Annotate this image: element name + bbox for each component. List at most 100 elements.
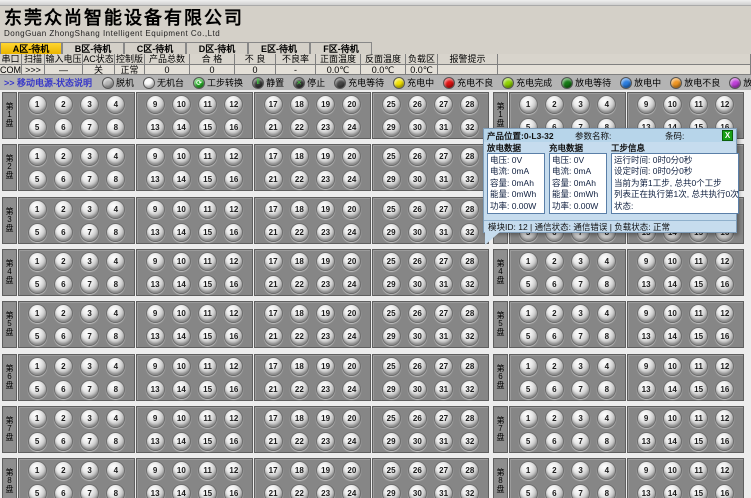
battery-cell[interactable]: 21 xyxy=(264,432,283,451)
battery-cell[interactable]: 1 xyxy=(28,461,47,480)
battery-cell[interactable]: 19 xyxy=(316,252,335,271)
battery-cell[interactable]: 13 xyxy=(146,223,165,242)
battery-cell[interactable]: 8 xyxy=(597,432,616,451)
battery-cell[interactable]: 2 xyxy=(545,461,564,480)
battery-cell[interactable]: 7 xyxy=(80,432,99,451)
battery-cell[interactable]: 3 xyxy=(80,357,99,376)
battery-cell[interactable]: 6 xyxy=(545,484,564,498)
battery-cell[interactable]: 1 xyxy=(28,147,47,166)
battery-cell[interactable]: 4 xyxy=(597,95,616,114)
battery-cell[interactable]: 14 xyxy=(172,223,191,242)
battery-cell[interactable]: 30 xyxy=(408,170,427,189)
battery-cell[interactable]: 12 xyxy=(715,95,734,114)
battery-cell[interactable]: 30 xyxy=(408,380,427,399)
battery-cell[interactable]: 4 xyxy=(597,409,616,428)
battery-cell[interactable]: 8 xyxy=(106,275,125,294)
battery-cell[interactable]: 12 xyxy=(715,409,734,428)
battery-cell[interactable]: 31 xyxy=(434,432,453,451)
battery-cell[interactable]: 16 xyxy=(224,432,243,451)
battery-cell[interactable]: 4 xyxy=(597,461,616,480)
battery-cell[interactable]: 5 xyxy=(519,484,538,498)
battery-cell[interactable]: 14 xyxy=(172,432,191,451)
battery-cell[interactable]: 32 xyxy=(460,484,479,498)
battery-cell[interactable]: 25 xyxy=(382,461,401,480)
battery-cell[interactable]: 13 xyxy=(146,118,165,137)
battery-cell[interactable]: 14 xyxy=(172,275,191,294)
battery-cell[interactable]: 20 xyxy=(342,95,361,114)
battery-cell[interactable]: 12 xyxy=(224,304,243,323)
battery-cell[interactable]: 13 xyxy=(146,170,165,189)
battery-cell[interactable]: 25 xyxy=(382,200,401,219)
battery-cell[interactable]: 14 xyxy=(172,170,191,189)
battery-cell[interactable]: 30 xyxy=(408,275,427,294)
battery-cell[interactable]: 21 xyxy=(264,170,283,189)
battery-cell[interactable]: 3 xyxy=(571,409,590,428)
battery-cell[interactable]: 8 xyxy=(106,118,125,137)
battery-cell[interactable]: 25 xyxy=(382,304,401,323)
battery-cell[interactable]: 14 xyxy=(663,327,682,346)
battery-cell[interactable]: 5 xyxy=(28,380,47,399)
battery-cell[interactable]: 6 xyxy=(545,327,564,346)
battery-cell[interactable]: 11 xyxy=(689,461,708,480)
battery-cell[interactable]: 2 xyxy=(54,304,73,323)
battery-cell[interactable]: 5 xyxy=(519,432,538,451)
battery-cell[interactable]: 18 xyxy=(290,200,309,219)
battery-cell[interactable]: 10 xyxy=(663,461,682,480)
battery-cell[interactable]: 16 xyxy=(715,380,734,399)
battery-cell[interactable]: 4 xyxy=(106,200,125,219)
battery-cell[interactable]: 1 xyxy=(519,357,538,376)
battery-cell[interactable]: 19 xyxy=(316,461,335,480)
battery-cell[interactable]: 32 xyxy=(460,275,479,294)
battery-cell[interactable]: 13 xyxy=(637,380,656,399)
battery-cell[interactable]: 3 xyxy=(80,200,99,219)
battery-cell[interactable]: 5 xyxy=(28,275,47,294)
battery-cell[interactable]: 10 xyxy=(663,304,682,323)
battery-cell[interactable]: 28 xyxy=(460,357,479,376)
battery-cell[interactable]: 10 xyxy=(172,95,191,114)
battery-cell[interactable]: 15 xyxy=(198,118,217,137)
battery-cell[interactable]: 18 xyxy=(290,409,309,428)
battery-cell[interactable]: 12 xyxy=(224,95,243,114)
battery-cell[interactable]: 10 xyxy=(172,147,191,166)
battery-cell[interactable]: 26 xyxy=(408,461,427,480)
battery-cell[interactable]: 15 xyxy=(689,484,708,498)
battery-cell[interactable]: 21 xyxy=(264,223,283,242)
battery-cell[interactable]: 16 xyxy=(715,432,734,451)
battery-cell[interactable]: 16 xyxy=(224,327,243,346)
battery-cell[interactable]: 17 xyxy=(264,461,283,480)
battery-cell[interactable]: 7 xyxy=(80,380,99,399)
battery-cell[interactable]: 7 xyxy=(80,223,99,242)
battery-cell[interactable]: 3 xyxy=(80,95,99,114)
battery-cell[interactable]: 9 xyxy=(146,147,165,166)
battery-cell[interactable]: 10 xyxy=(663,95,682,114)
battery-cell[interactable]: 23 xyxy=(316,327,335,346)
battery-cell[interactable]: 8 xyxy=(106,170,125,189)
battery-cell[interactable]: 17 xyxy=(264,357,283,376)
battery-cell[interactable]: 9 xyxy=(146,95,165,114)
battery-cell[interactable]: 18 xyxy=(290,304,309,323)
battery-cell[interactable]: 7 xyxy=(571,275,590,294)
battery-cell[interactable]: 16 xyxy=(715,275,734,294)
battery-cell[interactable]: 12 xyxy=(224,461,243,480)
battery-cell[interactable]: 12 xyxy=(715,461,734,480)
battery-cell[interactable]: 27 xyxy=(434,95,453,114)
battery-cell[interactable]: 27 xyxy=(434,357,453,376)
battery-cell[interactable]: 21 xyxy=(264,327,283,346)
battery-cell[interactable]: 14 xyxy=(663,484,682,498)
battery-cell[interactable]: 6 xyxy=(54,275,73,294)
battery-cell[interactable]: 25 xyxy=(382,95,401,114)
battery-cell[interactable]: 14 xyxy=(172,484,191,498)
battery-cell[interactable]: 12 xyxy=(224,252,243,271)
battery-cell[interactable]: 10 xyxy=(172,461,191,480)
battery-cell[interactable]: 28 xyxy=(460,147,479,166)
battery-cell[interactable]: 27 xyxy=(434,304,453,323)
battery-cell[interactable]: 15 xyxy=(198,432,217,451)
battery-cell[interactable]: 10 xyxy=(172,252,191,271)
battery-cell[interactable]: 6 xyxy=(54,327,73,346)
battery-cell[interactable]: 2 xyxy=(54,95,73,114)
battery-cell[interactable]: 11 xyxy=(198,357,217,376)
battery-cell[interactable]: 11 xyxy=(198,409,217,428)
battery-cell[interactable]: 9 xyxy=(637,252,656,271)
battery-cell[interactable]: 23 xyxy=(316,380,335,399)
battery-cell[interactable]: 29 xyxy=(382,275,401,294)
